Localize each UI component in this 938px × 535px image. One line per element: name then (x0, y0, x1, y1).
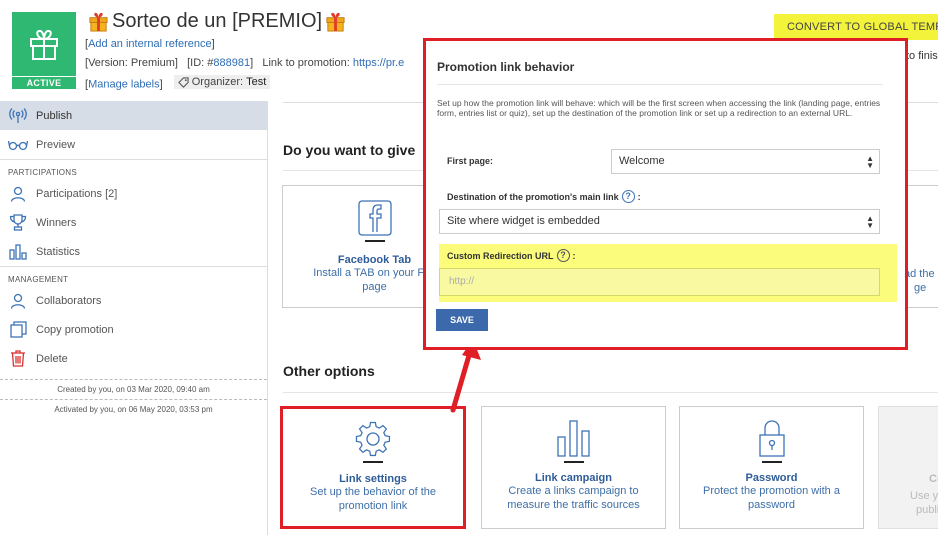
internal-reference-row: [Add an internal reference] (85, 38, 215, 50)
card-title: Link campaign (534, 472, 613, 484)
sidebar-item-statistics[interactable]: Statistics (0, 237, 267, 266)
sidebar-item-label: Collaborators (36, 294, 102, 307)
lock-icon (680, 419, 863, 457)
other-options-title: Other options (283, 363, 375, 379)
activated-note: Activated by you, on 06 May 2020, 03:53 … (54, 405, 213, 414)
page-root: ACTIVE Sorteo de un [PREMIO] [Add an int… (0, 0, 938, 535)
give-section-title: Do you want to give (283, 142, 416, 158)
user-icon (8, 185, 28, 203)
sidebar-section-management: MANAGEMENT (0, 266, 267, 286)
card-description: publi (916, 504, 938, 516)
organizer-chip[interactable]: Organizer: Test (173, 75, 271, 89)
select-caret-icon: ▲ ▼ (866, 214, 874, 230)
select-value: Site where widget is embedded (447, 215, 600, 227)
sidebar-section-participations: PARTICIPATIONS (0, 159, 267, 179)
trophy-icon (8, 214, 28, 232)
link-campaign-card[interactable]: Link campaign Create a links campaign to… (481, 406, 666, 529)
version-row: [Version: Premium] [ID: #888981] Link to… (85, 57, 405, 69)
trash-icon (8, 350, 28, 368)
card-description: Create a links campaign to (508, 485, 639, 497)
card-description: ad the (904, 268, 935, 280)
id-prefix: ID: # (190, 57, 214, 69)
save-button[interactable]: SAVE (436, 309, 488, 331)
created-note: Created by you, on 03 Mar 2020, 09:40 am (57, 385, 210, 394)
card-underline (563, 461, 584, 463)
destination-select[interactable]: Site where widget is embedded ▲ ▼ (439, 209, 880, 234)
label-colon: : (637, 191, 641, 202)
user-icon (8, 292, 28, 310)
sidebar-item-label: Delete (36, 352, 68, 365)
glasses-icon (8, 136, 28, 154)
sidebar-item-label: Participations [2] (36, 187, 118, 200)
destination-label: Destination of the promotion's main link… (447, 190, 641, 203)
custom-url-input[interactable]: http:// (439, 268, 880, 296)
link-to-promotion-label: Link to promotion: (262, 57, 350, 69)
tag-icon (177, 76, 189, 88)
page-title-row: Sorteo de un [PREMIO] (85, 10, 349, 33)
gift-icon (30, 29, 58, 60)
labels-row: [Manage labels] Organizer: Test (85, 75, 271, 91)
version-label: Version: Premium (88, 57, 175, 69)
bar-chart-icon (8, 243, 28, 261)
field-label-text: Custom Redirection URL (447, 250, 554, 261)
sidebar-item-label: Statistics (36, 245, 81, 258)
copy-icon (8, 321, 28, 339)
sidebar-item-label: Publish (36, 109, 73, 122)
bar-chart-icon (482, 419, 665, 457)
promotion-url-link[interactable]: https://pr.e (353, 57, 404, 69)
sidebar-item-label: Copy promotion (36, 323, 114, 336)
add-internal-reference-link[interactable]: Add an internal reference (88, 38, 212, 50)
promotion-link-behavior-dialog: Promotion link behavior Set up how the p… (423, 38, 908, 350)
annotation-highlight-box (280, 406, 466, 529)
promotion-logo (12, 12, 76, 76)
status-badge: ACTIVE (12, 77, 76, 89)
card-description: ge (914, 282, 927, 294)
broadcast-icon (8, 107, 28, 125)
card-description: password (747, 499, 796, 511)
field-label-text: Destination of the promotion's main link (447, 191, 619, 202)
manage-labels-link[interactable]: Manage labels (88, 79, 160, 91)
card-description: Use y (910, 490, 938, 502)
first-page-select[interactable]: Welcome ▲ ▼ (611, 149, 880, 174)
sidebar: Publish Preview PARTICIPATIONS Participa… (0, 101, 268, 535)
card-description: Protect the promotion with a (703, 485, 840, 497)
card-title: Cu (929, 473, 938, 485)
sidebar-item-preview[interactable]: Preview (0, 130, 267, 159)
help-icon[interactable]: ? (556, 249, 570, 262)
card-title: Password (745, 472, 798, 484)
sidebar-item-delete[interactable]: Delete (0, 344, 267, 373)
sidebar-item-copy-promotion[interactable]: Copy promotion (0, 315, 267, 344)
dialog-description: Set up how the promotion link will behav… (437, 98, 881, 118)
gift-emoji-icon (326, 12, 345, 32)
field-label-text: First page: (447, 156, 494, 166)
select-caret-icon: ▲ ▼ (866, 154, 874, 170)
sidebar-item-label: Winners (36, 216, 77, 229)
organizer-label: Organizer: (191, 76, 244, 88)
sidebar-item-winners[interactable]: Winners (0, 208, 267, 237)
page-title: Sorteo de un [PREMIO] (112, 10, 323, 32)
organizer-value: Test (246, 76, 267, 88)
sidebar-item-label: Preview (36, 138, 76, 151)
card-underline (761, 461, 782, 463)
convert-to-global-template-button[interactable]: CONVERT TO GLOBAL TEMPLATE (774, 14, 938, 40)
id-link[interactable]: 888981 (213, 57, 250, 69)
help-icon[interactable]: ? (621, 190, 635, 203)
sidebar-item-publish[interactable]: Publish (0, 101, 267, 130)
card-underline (364, 240, 385, 242)
password-card[interactable]: Password Protect the promotion with a pa… (679, 406, 864, 529)
first-page-label: First page: (447, 156, 493, 166)
custom-card[interactable]: Cu Use y publi (878, 406, 938, 529)
custom-url-label: Custom Redirection URL ? : (447, 249, 576, 262)
select-value: Welcome (619, 155, 665, 167)
dialog-title: Promotion link behavior (437, 60, 575, 74)
section-rule (283, 392, 938, 393)
sidebar-item-participations[interactable]: Participations [2] (0, 179, 267, 208)
card-description: measure the traffic sources (507, 499, 640, 511)
sidebar-item-collaborators[interactable]: Collaborators (0, 286, 267, 315)
dialog-rule (437, 84, 883, 85)
label-colon: : (572, 250, 576, 261)
to-finish-text: to finis (906, 50, 938, 62)
gift-emoji-icon (89, 12, 108, 32)
